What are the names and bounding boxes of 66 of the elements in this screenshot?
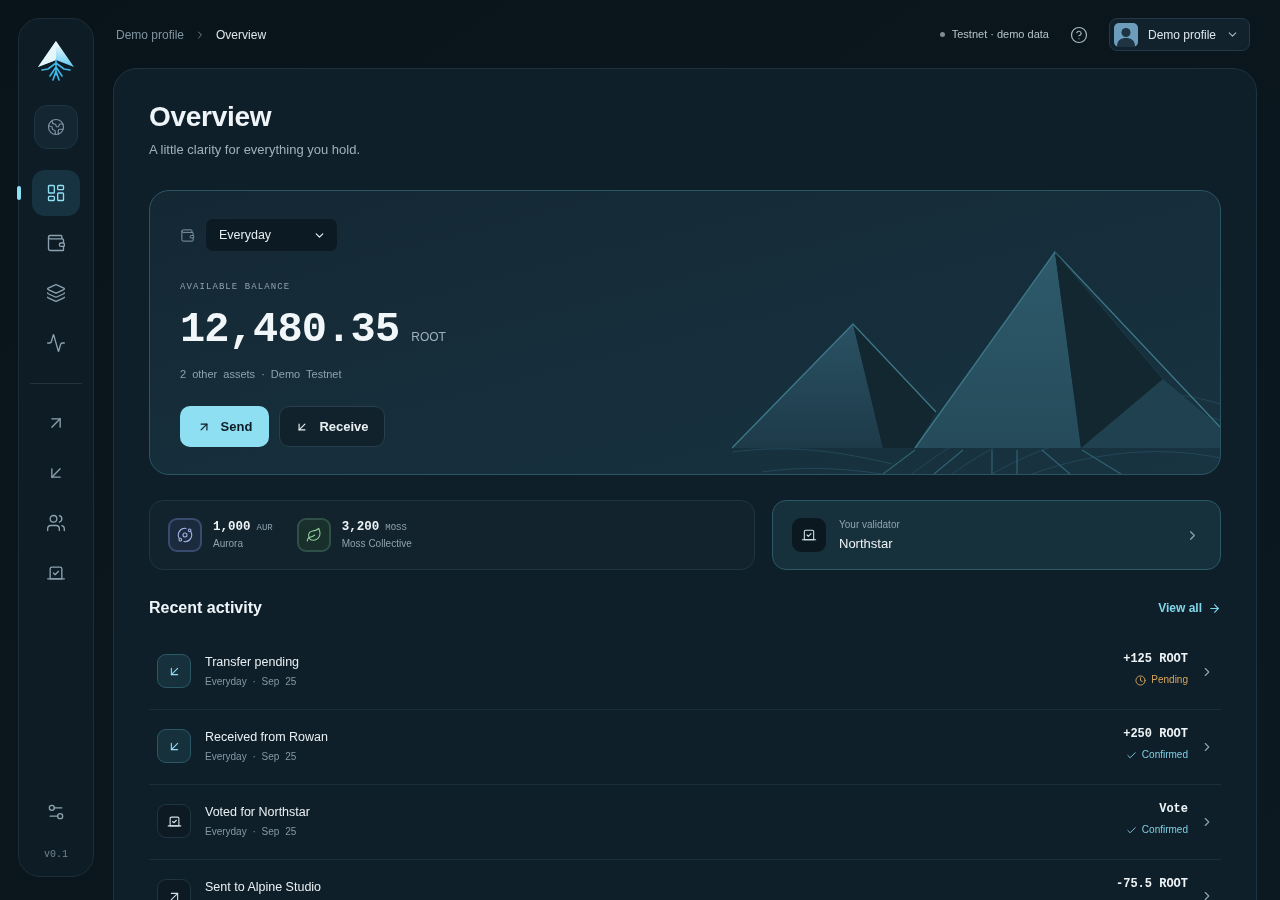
check-icon (1125, 824, 1137, 836)
logo-icon (36, 40, 76, 82)
asset-amount: 3,200 (341, 519, 380, 536)
validator-label: Your validator (839, 517, 900, 532)
activity-title: Voted for Northstar (205, 804, 310, 821)
users-icon (46, 513, 66, 533)
avatar-icon (1113, 22, 1138, 47)
activity-amount: +250 ROOT (1123, 726, 1188, 742)
version-label: v0.1 (44, 848, 68, 862)
view-all-link[interactable]: View all (1158, 599, 1221, 617)
arrow-down-left-icon (157, 654, 191, 688)
arrow-right-icon (1208, 601, 1221, 615)
settings-icon (46, 802, 66, 822)
dashboard-button[interactable] (32, 170, 80, 216)
dashboard-icon (46, 183, 66, 203)
asset-name: Moss Collective (341, 537, 412, 551)
validator-name: Northstar (839, 534, 894, 553)
wallet-icon (46, 233, 66, 253)
send-button[interactable]: Send (180, 406, 269, 447)
active-indicator (17, 186, 21, 200)
activity-amount: Vote (1159, 801, 1188, 817)
activity-row[interactable]: Sent to Alpine Studio -75.5 ROOT (149, 860, 1221, 900)
balance-unit: ROOT (411, 329, 446, 346)
activity-title: Received from Rowan (205, 729, 328, 746)
activity-meta: Everyday · Sep 25 (205, 825, 298, 839)
activity-meta: Everyday · Sep 25 (205, 675, 298, 689)
balance-label: AVAILABLE BALANCE (180, 281, 291, 293)
activity-meta: Everyday · Sep 25 (205, 750, 298, 764)
balance-meta: 2 other assets · Demo Testnet (180, 367, 342, 382)
profile-button[interactable]: Demo profile (1108, 18, 1250, 51)
ballot-check-icon (157, 804, 191, 838)
status-label: Confirmed (1141, 823, 1188, 837)
network-label: Testnet · demo data (951, 27, 1049, 43)
activity-amount: +125 ROOT (1123, 651, 1188, 667)
network-button[interactable] (34, 105, 78, 149)
asset-name: Aurora (213, 537, 244, 551)
asset-symbol: AUR (256, 522, 273, 535)
arrow-down-left-icon (157, 729, 191, 763)
activity-row[interactable]: Transfer pending Everyday · Sep 25 +125 ROOT Pending (149, 635, 1221, 710)
section-title: Recent activity (149, 598, 262, 618)
activity-title: Sent to Alpine Studio (205, 879, 322, 896)
clock-icon (1135, 674, 1147, 686)
status-label: Pending (1151, 673, 1188, 687)
layers-icon (46, 283, 66, 303)
activity-row[interactable]: Voted for Northstar Everyday · Sep 25 Vote Confirmed (149, 785, 1221, 860)
status-label: Confirmed (1141, 748, 1188, 762)
balance-amount: 12,480.35 (180, 306, 400, 354)
activity-amount: -75.5 ROOT (1116, 876, 1188, 892)
globe-icon (47, 118, 65, 136)
help-icon (1069, 25, 1088, 44)
breadcrumb-link[interactable]: Demo profile (116, 25, 185, 44)
breadcrumb-current: Overview (216, 26, 267, 44)
wallet-icon (180, 227, 195, 243)
check-icon (1125, 749, 1137, 761)
page-subtitle: A little clarity for everything you hold. (149, 141, 361, 159)
asset-amount: 1,000 (213, 519, 251, 536)
validator-card[interactable]: Your validator Northstar (772, 500, 1221, 570)
ballot-check-icon (792, 518, 826, 552)
activity-title: Transfer pending (205, 654, 300, 671)
activity-row[interactable]: Received from Rowan Everyday · Sep 25 +250 ROOT Confirmed (149, 710, 1221, 785)
asset-symbol: MOSS (385, 522, 407, 535)
pulse-icon (46, 333, 66, 353)
help-button[interactable] (1068, 24, 1089, 45)
page-title: Overview (149, 100, 273, 134)
account-select[interactable]: Everyday (205, 218, 338, 252)
receive-button[interactable]: Receive (279, 406, 385, 447)
